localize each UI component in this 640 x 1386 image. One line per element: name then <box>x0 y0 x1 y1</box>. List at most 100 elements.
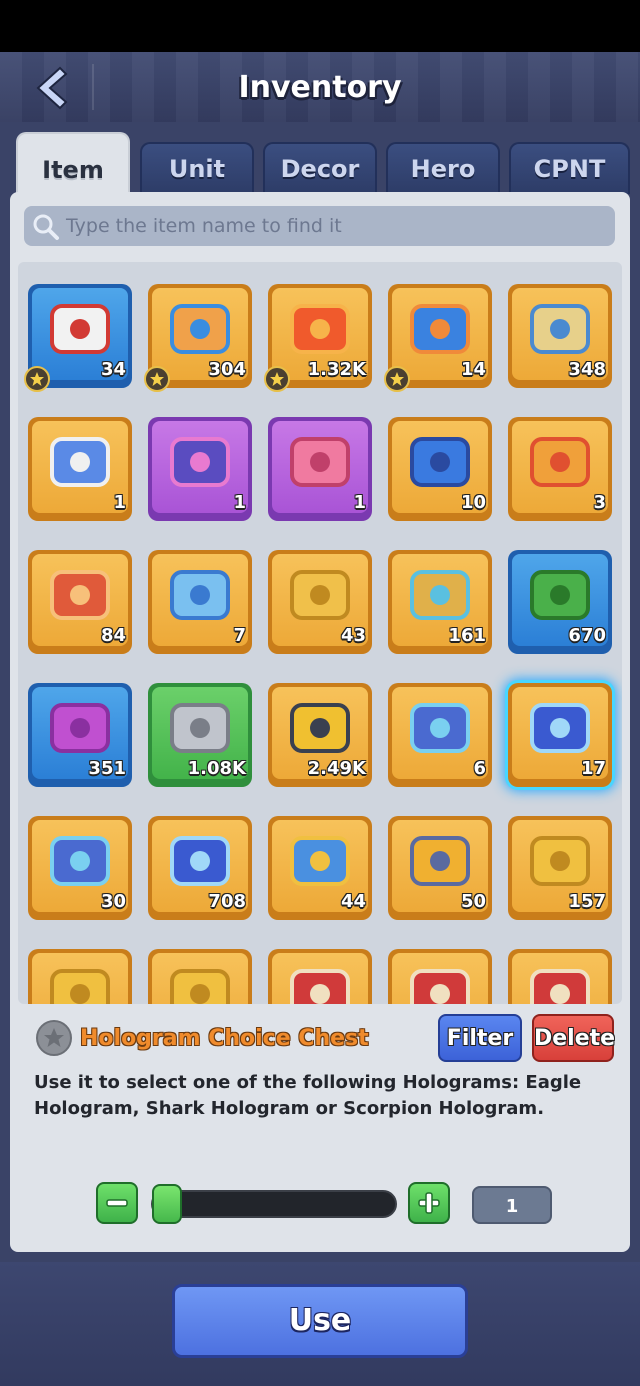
item-count: 1.08K <box>187 758 246 779</box>
inventory-item[interactable]: 34 <box>24 284 132 392</box>
item-count: 84 <box>100 625 126 646</box>
item-count: 30 <box>100 891 126 912</box>
item-count: 3 <box>593 492 606 513</box>
compass-icon <box>50 437 110 487</box>
hologram-chest-icon <box>530 703 590 753</box>
blueprint-icon <box>290 836 350 886</box>
filter-button[interactable]: Filter <box>438 1014 522 1062</box>
item-count: 7 <box>233 625 246 646</box>
crystal-chest-icon <box>50 836 110 886</box>
red-puzzle-icon <box>290 304 350 354</box>
item-grid[interactable]: 34 304 1.32K 14 348 1 1 1 10 3 84 7 43 161 670 351 1.08K… <box>18 262 622 1004</box>
search-placeholder: Type the item name to find it <box>66 215 342 237</box>
item-count: 6 <box>473 758 486 779</box>
inventory-item[interactable]: 351 <box>28 683 132 787</box>
tab-item[interactable]: Item <box>16 132 130 194</box>
star-badge-icon <box>24 366 50 392</box>
inventory-item[interactable]: 84 <box>28 550 132 654</box>
item-count: 44 <box>340 891 366 912</box>
star-badge-icon <box>144 366 170 392</box>
red-charm-icon <box>290 969 350 1004</box>
gift-box-icon <box>290 437 350 487</box>
tab-unit[interactable]: Unit <box>140 142 254 194</box>
item-count: 10 <box>460 492 486 513</box>
inventory-item[interactable]: 1 <box>28 417 132 521</box>
use-button[interactable]: Use <box>172 1284 468 1358</box>
inventory-item[interactable]: 348 <box>508 284 612 388</box>
item-description: Use it to select one of the following Ho… <box>34 1072 582 1119</box>
item-count: 43 <box>340 625 366 646</box>
inventory-item[interactable]: 161 <box>388 550 492 654</box>
red-coin-icon <box>50 570 110 620</box>
header: Inventory <box>0 52 640 122</box>
yellow-crate-icon <box>290 703 350 753</box>
minus-icon <box>106 1199 128 1207</box>
inventory-item[interactable] <box>28 949 132 1004</box>
inventory-item[interactable]: 50 <box>388 816 492 920</box>
inventory-item[interactable]: 304 <box>144 284 252 392</box>
inventory-item[interactable]: 43 <box>268 550 372 654</box>
ticket-icon <box>170 570 230 620</box>
item-count: 1 <box>233 492 246 513</box>
inventory-item[interactable]: 17 <box>508 683 612 787</box>
steel-chest-icon <box>170 703 230 753</box>
decrease-button[interactable] <box>96 1182 138 1224</box>
hologram-chest-icon <box>170 836 230 886</box>
item-count: 351 <box>88 758 126 779</box>
green-cube-icon <box>530 570 590 620</box>
red-charm-icon <box>410 969 470 1004</box>
item-count: 1 <box>113 492 126 513</box>
tab-hero[interactable]: Hero <box>386 142 500 194</box>
item-count: 1.32K <box>307 359 366 380</box>
inventory-item[interactable]: 1.08K <box>148 683 252 787</box>
gold-puzzle-icon <box>50 969 110 1004</box>
gold-puzzle-icon <box>170 969 230 1004</box>
item-count: 157 <box>568 891 606 912</box>
inventory-item[interactable]: 157 <box>508 816 612 920</box>
inventory-item[interactable]: 44 <box>268 816 372 920</box>
plus-icon <box>418 1192 440 1214</box>
inventory-item[interactable]: 10 <box>388 417 492 521</box>
inventory-item[interactable]: 708 <box>148 816 252 920</box>
quantity-slider-track[interactable] <box>151 1190 397 1218</box>
page-title: Inventory <box>238 70 402 105</box>
item-count: 304 <box>208 359 246 380</box>
inventory-item[interactable]: 6 <box>388 683 492 787</box>
tab-cpnt[interactable]: CPNT <box>509 142 630 194</box>
item-count: 14 <box>460 359 486 380</box>
gold-coin-icon <box>290 570 350 620</box>
blue-chest-icon <box>410 437 470 487</box>
item-count: 17 <box>580 758 606 779</box>
fire-pot-icon <box>410 836 470 886</box>
blue-card-icon <box>410 304 470 354</box>
purple-chest-icon <box>50 703 110 753</box>
inventory-item[interactable] <box>508 949 612 1004</box>
increase-button[interactable] <box>408 1182 450 1224</box>
inventory-item[interactable]: 1 <box>268 417 372 521</box>
crystal-chest-icon <box>410 703 470 753</box>
tab-decor[interactable]: Decor <box>263 142 377 194</box>
quantity-field[interactable]: 1 <box>472 1186 552 1224</box>
search-input[interactable]: Type the item name to find it <box>24 206 615 246</box>
item-name: Hologram Choice Chest <box>80 1026 369 1051</box>
rarity-icon <box>36 1020 72 1056</box>
inventory-item[interactable]: 670 <box>508 550 612 654</box>
inventory-item[interactable]: 1 <box>148 417 252 521</box>
inventory-item[interactable] <box>268 949 372 1004</box>
inventory-item[interactable] <box>148 949 252 1004</box>
item-count: 2.49K <box>307 758 366 779</box>
status-bar <box>0 0 640 52</box>
inventory-item[interactable]: 7 <box>148 550 252 654</box>
item-detail: Hologram Choice Chest Filter Delete Use … <box>18 1004 622 1248</box>
paint-puzzle-icon <box>170 304 230 354</box>
inventory-item[interactable]: 2.49K <box>268 683 372 787</box>
item-count: 50 <box>460 891 486 912</box>
quantity-slider-handle[interactable] <box>152 1184 182 1224</box>
inventory-item[interactable]: 3 <box>508 417 612 521</box>
item-count: 1 <box>353 492 366 513</box>
inventory-item[interactable] <box>388 949 492 1004</box>
inventory-item[interactable]: 14 <box>384 284 492 392</box>
inventory-item[interactable]: 1.32K <box>264 284 372 392</box>
delete-button[interactable]: Delete <box>532 1014 615 1062</box>
inventory-item[interactable]: 30 <box>28 816 132 920</box>
